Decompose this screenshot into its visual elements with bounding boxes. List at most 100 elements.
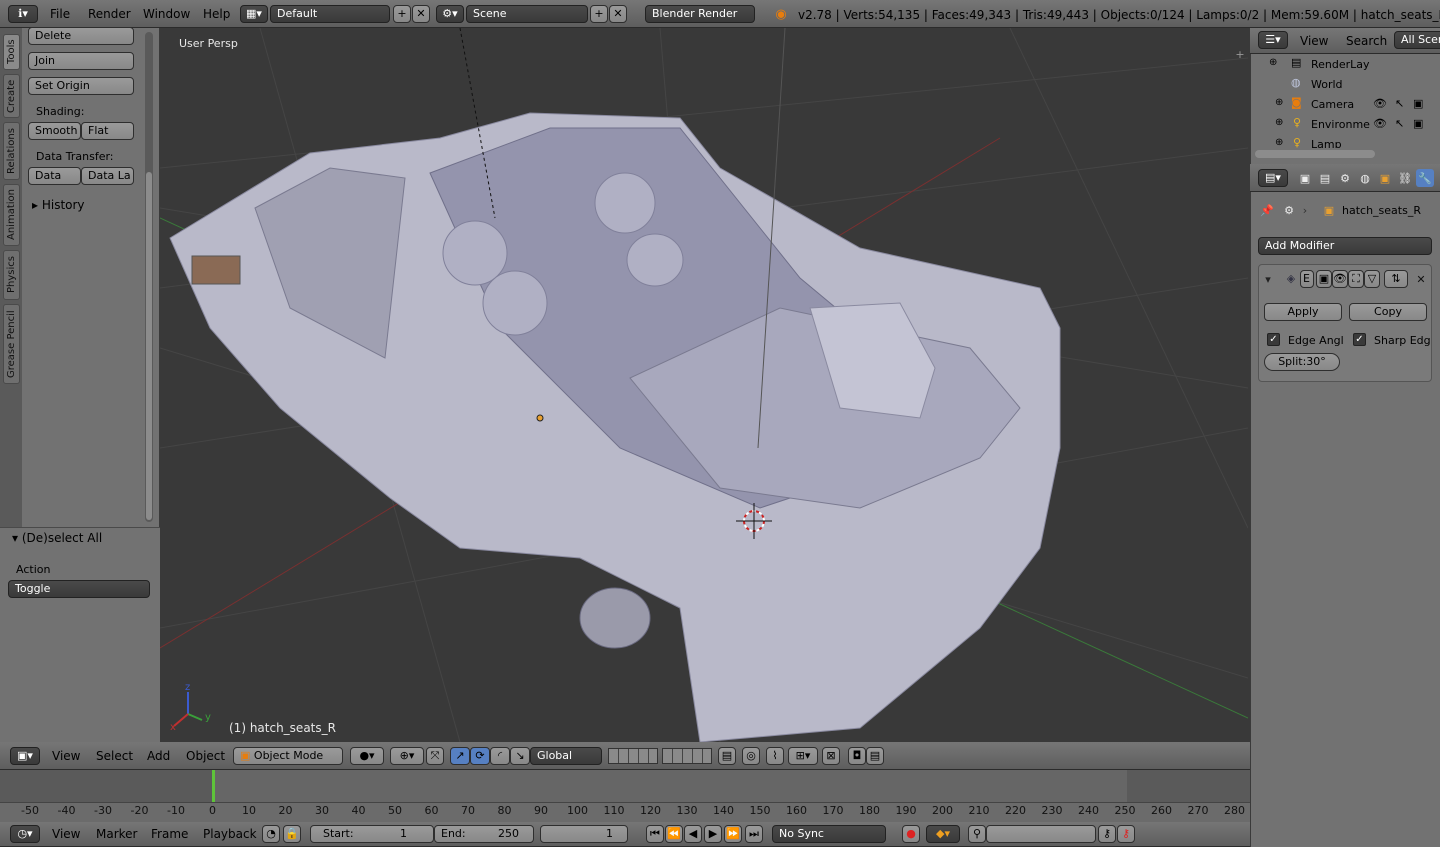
outliner-row[interactable]: ⊕ ◙ Camera 👁 ↖ ▣ [1255,96,1435,116]
jump-start-icon[interactable]: ⏮ [646,825,664,843]
sharp-edges-checkbox[interactable]: ✓ [1353,333,1366,346]
modifier-viewport-toggle[interactable]: 👁 [1332,270,1348,288]
add-screen-button[interactable]: + [393,5,411,23]
render-engine-select[interactable]: Blender Render [645,5,755,23]
preview-range-icon[interactable]: ◔ [262,825,280,843]
remove-modifier-icon[interactable]: ✕ [1414,272,1428,286]
visibility-eye-icon[interactable]: 👁 [1373,97,1387,110]
screen-layout-icon[interactable]: ▦▾ [240,5,268,23]
render-layers-tab-icon[interactable]: ▤ [1316,169,1334,187]
collapse-modifier-icon[interactable]: ▾ [1262,272,1274,286]
outliner-row[interactable]: ⊕ ♀ Lamp [1255,136,1435,148]
menu-file[interactable]: File [50,7,70,21]
delete-button[interactable]: Delete [28,27,134,45]
menu-view[interactable]: View [52,749,80,763]
split-angle-field[interactable]: Split:30° [1264,353,1340,371]
viewport-shading-select[interactable]: ●▾ [350,747,384,765]
menu-playback[interactable]: Playback [203,827,257,841]
modifier-cage-toggle[interactable]: ▽ [1364,270,1380,288]
set-origin-select[interactable]: Set Origin [28,77,134,95]
tab-grease-pencil[interactable]: Grease Pencil [3,304,20,384]
modifier-move-arrows[interactable]: ⇅ [1384,270,1408,288]
jump-keyframe-forward-icon[interactable]: ⏩ [724,825,742,843]
menu-frame[interactable]: Frame [151,827,188,841]
selectable-cursor-icon[interactable]: ↖ [1395,117,1404,130]
rotate-manipulator-button[interactable]: ⟳ [470,747,490,765]
tab-relations[interactable]: Relations [3,122,20,180]
menu-add[interactable]: Add [147,749,170,763]
modifier-tab-icon[interactable]: 🔧 [1416,169,1434,187]
menu-timeline-view[interactable]: View [52,827,80,841]
expand-icon[interactable]: ⊕ [1275,97,1283,108]
timeline[interactable] [0,770,1250,822]
editor-type-properties-button[interactable]: ▤▾ [1258,169,1288,187]
menu-window[interactable]: Window [143,7,190,21]
outliner-row[interactable]: ⊕ ♀ Environme 👁 ↖ ▣ [1255,116,1435,136]
add-modifier-select[interactable]: Add Modifier [1258,237,1432,255]
pivot-point-select[interactable]: ⊕▾ [390,747,424,765]
scene-tab-icon[interactable]: ⚙ [1336,169,1354,187]
data-transfer-button[interactable]: Data [28,167,81,185]
keying-set-field[interactable] [986,825,1096,843]
render-opengl-icon[interactable]: ◘ [848,747,866,765]
mode-select[interactable]: ▣ Object Mode [233,747,343,765]
manipulator-toggle[interactable]: ⤧ [426,747,444,765]
editor-type-outliner-button[interactable]: ☰▾ [1258,31,1288,49]
jump-end-icon[interactable]: ⏭ [745,825,763,843]
action-select[interactable]: Toggle [8,580,150,598]
scene-field[interactable]: Scene [466,5,588,23]
operator-title[interactable]: ▾ (De)select All [12,531,102,545]
keying-set-button[interactable]: ⚲ [968,825,986,843]
selectable-cursor-icon[interactable]: ↖ [1395,97,1404,110]
object-tab-icon[interactable]: ▣ [1376,169,1394,187]
scale-manipulator-button[interactable]: ◜ [490,747,510,765]
tab-create[interactable]: Create [3,74,20,118]
start-frame-field[interactable]: Start: 1 [310,825,434,843]
apply-modifier-button[interactable]: Apply [1264,303,1342,321]
outliner-menu-view[interactable]: View [1300,34,1328,48]
add-scene-button[interactable]: + [590,5,608,23]
scale-tool-button[interactable]: ↘ [510,747,530,765]
keying-set-icon[interactable]: ◆▾ [926,825,960,843]
tab-physics[interactable]: Physics [3,250,20,300]
layer-buttons-a[interactable] [608,748,658,764]
outliner-row[interactable]: ◍ World [1255,76,1435,96]
flat-button[interactable]: Flat [81,122,134,140]
modifier-render-toggle[interactable]: ▣ [1316,270,1332,288]
proportional-editing-icon[interactable]: ◎ [742,747,760,765]
menu-marker[interactable]: Marker [96,827,137,841]
outliner-scrollbar[interactable] [1255,150,1375,158]
outliner-row[interactable]: ⊕ ▤ RenderLay [1255,56,1435,76]
snap-toggle-icon[interactable]: ⌇ [766,747,784,765]
translate-manipulator-button[interactable]: ↗ [450,747,470,765]
lock-camera-icon[interactable]: ▤ [718,747,736,765]
editor-type-info-button[interactable]: ℹ▾ [8,5,38,23]
modifier-name-field[interactable]: E [1300,270,1314,288]
delete-keyframe-icon[interactable]: ⚷ [1117,825,1135,843]
visibility-eye-icon[interactable]: 👁 [1373,117,1387,130]
outliner-menu-search[interactable]: Search [1346,34,1387,48]
editor-type-timeline-button[interactable]: ◷▾ [10,825,40,843]
pin-icon[interactable]: 📌 [1260,202,1274,218]
expand-icon[interactable]: ⊕ [1275,137,1283,148]
copy-modifier-button[interactable]: Copy [1349,303,1427,321]
viewport-3d[interactable]: User Persp (1) hatch_seats_R z y x + [160,28,1248,742]
jump-keyframe-back-icon[interactable]: ⏪ [665,825,683,843]
play-icon[interactable]: ▶ [704,825,722,843]
current-frame-field[interactable]: 1 [540,825,628,843]
expand-icon[interactable]: ⊕ [1275,117,1283,128]
menu-select[interactable]: Select [96,749,133,763]
join-button[interactable]: Join [28,52,134,70]
tab-animation[interactable]: Animation [3,184,20,246]
expand-icon[interactable]: ⊕ [1269,57,1277,68]
viewport-expand-icon[interactable]: + [1234,48,1246,61]
world-tab-icon[interactable]: ◍ [1356,169,1374,187]
menu-render[interactable]: Render [88,7,131,21]
layer-buttons-b[interactable] [662,748,712,764]
data-layout-button[interactable]: Data La [81,167,134,185]
remove-screen-button[interactable]: ✕ [412,5,430,23]
edge-angle-checkbox[interactable]: ✓ [1267,333,1280,346]
render-animation-icon[interactable]: ▤ [866,747,884,765]
constraints-tab-icon[interactable]: ⛓ [1396,169,1414,187]
end-frame-field[interactable]: End: 250 [434,825,534,843]
